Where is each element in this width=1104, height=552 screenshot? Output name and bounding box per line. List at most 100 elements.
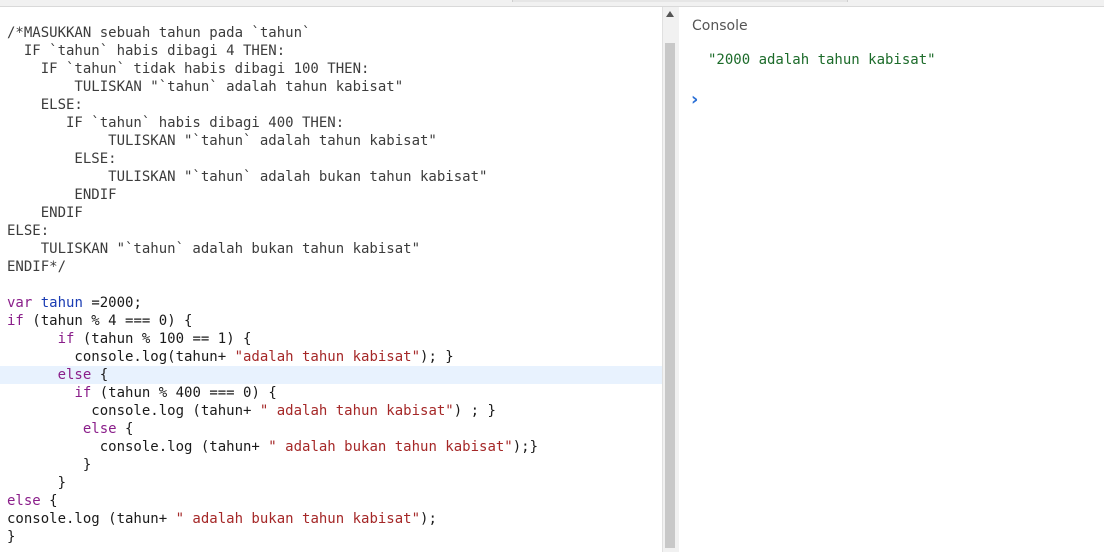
code-token-string: " adalah tahun kabisat" <box>259 403 454 419</box>
code-token-keyword: if <box>7 313 24 329</box>
code-line[interactable]: ENDIF*/ <box>7 258 662 276</box>
code-token-number: 100 <box>158 331 185 347</box>
code-token-def: tahun <box>40 295 83 311</box>
code-token-plain: === <box>116 313 159 329</box>
code-line[interactable]: IF `tahun` habis dibagi 4 THEN: <box>7 42 662 60</box>
code-token-plain: } <box>7 475 67 491</box>
code-line[interactable]: if (tahun % 400 === 0) { <box>7 384 662 402</box>
scroll-up-arrow-icon[interactable] <box>666 11 674 17</box>
code-line[interactable]: TULISKAN "`tahun` adalah bukan tahun kab… <box>7 240 662 258</box>
code-token-plain: ) { <box>251 385 277 401</box>
code-line[interactable]: console.log (tahun+ " adalah bukan tahun… <box>7 438 662 456</box>
console-output-line: "2000 adalah tahun kabisat" <box>708 52 936 68</box>
code-token-plain: === <box>200 385 244 401</box>
code-line[interactable]: } <box>7 456 662 474</box>
code-token-comment: ENDIF <box>7 187 117 203</box>
code-line[interactable]: console.log(tahun+ "adalah tahun kabisat… <box>7 348 662 366</box>
scrollbar-thumb[interactable] <box>665 43 675 548</box>
code-token-comment: /*MASUKKAN sebuah tahun pada `tahun` <box>7 25 311 41</box>
code-token-plain: (tahun % <box>74 331 159 347</box>
code-token-string: " adalah bukan tahun kabisat" <box>268 439 513 455</box>
code-token-number: 0 <box>158 313 168 329</box>
code-line[interactable]: IF `tahun` habis dibagi 400 THEN: <box>7 114 662 132</box>
code-token-number: 400 <box>175 385 201 401</box>
code-token-plain: ); } <box>420 349 454 365</box>
code-token-plain: == <box>184 331 218 347</box>
code-line[interactable]: else { <box>7 492 662 510</box>
code-token-plain: (tahun % <box>23 313 109 329</box>
code-token-comment: ENDIF*/ <box>7 259 67 275</box>
code-token-string: " adalah bukan tahun kabisat" <box>175 511 421 527</box>
code-token-comment: ELSE: <box>7 151 117 167</box>
code-line[interactable]: /*MASUKKAN sebuah tahun pada `tahun` <box>7 24 662 42</box>
code-token-comment: TULISKAN "`tahun` adalah bukan tahun kab… <box>7 241 421 257</box>
code-line[interactable]: if (tahun % 100 == 1) { <box>7 330 662 348</box>
code-line[interactable]: ENDIF <box>7 204 662 222</box>
code-token-plain: (tahun % <box>91 385 176 401</box>
code-line[interactable]: IF `tahun` tidak habis dibagi 100 THEN: <box>7 60 662 78</box>
code-line[interactable]: if (tahun % 4 === 0) { <box>7 312 662 330</box>
code-token-comment: ELSE: <box>7 223 50 239</box>
app-window: /*MASUKKAN sebuah tahun pada `tahun` IF … <box>0 0 1104 552</box>
code-line[interactable]: else { <box>0 366 662 384</box>
code-line[interactable]: else { <box>7 420 662 438</box>
code-token-plain: = <box>82 295 100 311</box>
code-token-plain: ) ; } <box>453 403 496 419</box>
code-line[interactable]: console.log (tahun+ " adalah tahun kabis… <box>7 402 662 420</box>
code-token-comment: ENDIF <box>7 205 83 221</box>
code-lines: /*MASUKKAN sebuah tahun pada `tahun` IF … <box>0 24 662 546</box>
chevron-right-icon[interactable]: › <box>691 89 698 110</box>
code-token-comment: ELSE: <box>7 97 83 113</box>
code-token-plain: } <box>7 457 92 473</box>
code-token-keyword: else <box>7 493 41 509</box>
code-token-keyword: else <box>82 421 117 437</box>
code-token-comment: TULISKAN "`tahun` adalah bukan tahun kab… <box>7 169 488 185</box>
code-token-plain: );} <box>512 439 539 455</box>
code-token-plain: console.log (tahun+ <box>7 439 269 455</box>
code-token-keyword: if <box>57 331 75 347</box>
code-line[interactable]: ELSE: <box>7 150 662 168</box>
code-token-plain: { <box>40 493 58 509</box>
code-token-string: "adalah tahun kabisat" <box>234 349 421 365</box>
code-token-number: 4 <box>108 313 117 329</box>
code-line[interactable]: TULISKAN "`tahun` adalah tahun kabisat" <box>7 78 662 96</box>
code-token-plain: ; <box>133 295 142 311</box>
code-editor[interactable]: /*MASUKKAN sebuah tahun pada `tahun` IF … <box>0 7 662 552</box>
code-token-plain: { <box>91 367 109 383</box>
code-token-plain: console.log(tahun+ <box>7 349 235 365</box>
editor-scrollbar[interactable] <box>662 7 680 552</box>
code-token-keyword: var <box>7 295 33 311</box>
code-line[interactable]: ELSE: <box>7 222 662 240</box>
code-token-number: 1 <box>217 331 227 347</box>
code-line[interactable]: TULISKAN "`tahun` adalah tahun kabisat" <box>7 132 662 150</box>
code-line[interactable] <box>7 276 662 294</box>
code-line[interactable]: } <box>7 528 662 546</box>
code-line[interactable]: console.log (tahun+ " adalah bukan tahun… <box>7 510 662 528</box>
code-token-keyword: else <box>57 367 92 383</box>
code-token-comment: TULISKAN "`tahun` adalah tahun kabisat" <box>7 133 437 149</box>
code-token-comment: TULISKAN "`tahun` adalah tahun kabisat" <box>7 79 404 95</box>
code-token-plain: console.log (tahun+ <box>7 511 176 527</box>
console-panel: Console "2000 adalah tahun kabisat" › <box>679 7 1104 552</box>
code-line[interactable]: } <box>7 474 662 492</box>
toolbar-tab-remnant <box>512 0 848 2</box>
code-token-number: 2000 <box>99 295 134 311</box>
code-token-plain: console.log (tahun+ <box>7 403 260 419</box>
code-token-plain: { <box>116 421 134 437</box>
code-token-keyword: if <box>74 385 92 401</box>
code-line[interactable]: var tahun =2000; <box>7 294 662 312</box>
code-token-plain: ) { <box>167 313 193 329</box>
code-line[interactable]: ENDIF <box>7 186 662 204</box>
code-token-plain: ) { <box>226 331 252 347</box>
code-token-comment: IF `tahun` habis dibagi 4 THEN: <box>7 43 286 59</box>
code-token-plain: } <box>7 529 16 545</box>
code-line[interactable]: ELSE: <box>7 96 662 114</box>
console-title: Console <box>692 18 748 34</box>
code-line[interactable]: TULISKAN "`tahun` adalah bukan tahun kab… <box>7 168 662 186</box>
code-token-comment: IF `tahun` habis dibagi 400 THEN: <box>7 115 345 131</box>
